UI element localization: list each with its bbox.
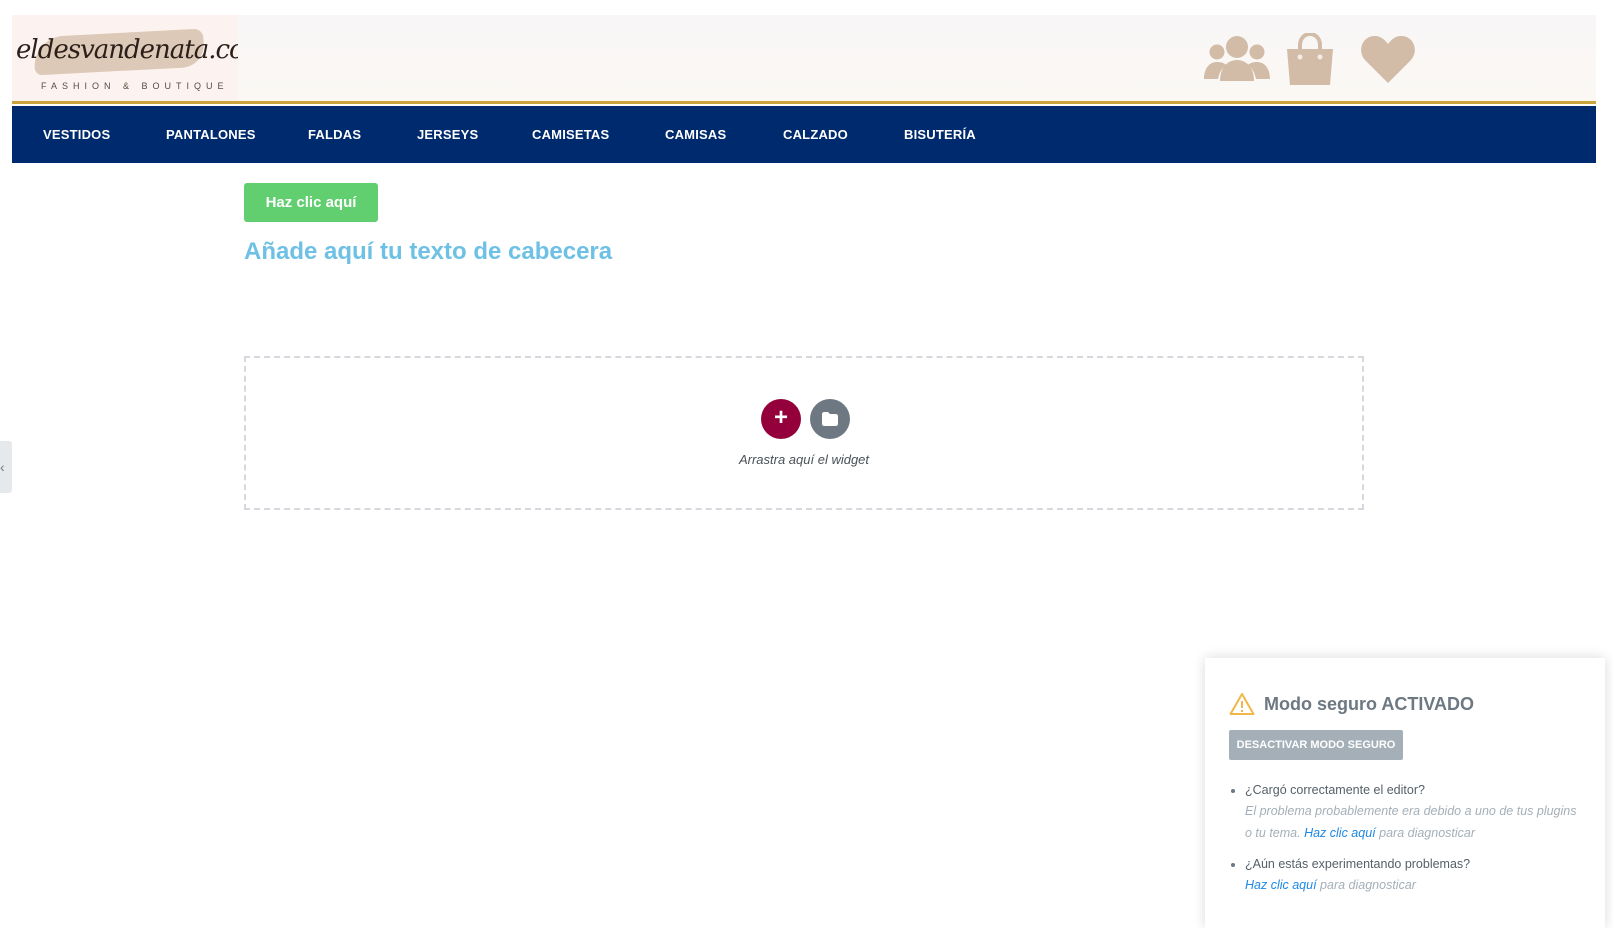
panel-toggle-button[interactable]: ‹ [0,441,12,493]
tip-hint-text: para diagnosticar [1379,826,1476,840]
warning-icon [1229,693,1255,715]
tip-question: ¿Cargó correctamente el editor? [1245,783,1425,797]
cta-button[interactable]: Haz clic aquí [244,183,378,222]
tip-hint: Haz clic aquí para diagnosticar [1245,874,1585,896]
folder-icon [822,412,838,426]
logo-subtitle: FASHION & BOUTIQUE [41,81,229,91]
users-icon[interactable] [1204,33,1270,85]
nav-item-vestidos[interactable]: VESTIDOS [43,106,110,163]
add-template-button[interactable] [810,399,850,439]
list-item: ¿Aún estás experimentando problemas? Haz… [1245,854,1585,896]
nav-item-camisetas[interactable]: CAMISETAS [532,106,609,163]
safe-mode-notice: Modo seguro ACTIVADO DESACTIVAR MODO SEG… [1205,658,1605,928]
tip-hint-text: para diagnosticar [1320,878,1416,892]
widget-drop-zone[interactable]: + Arrastra aquí el widget [244,356,1364,510]
deactivate-safe-mode-button[interactable]: DESACTIVAR MODO SEGURO [1229,730,1403,760]
safe-mode-title: Modo seguro ACTIVADO [1264,694,1474,714]
tip-hint: El problema probablemente era debido a u… [1245,800,1585,844]
tip-question: ¿Aún estás experimentando problemas? [1245,857,1471,871]
nav-item-camisas[interactable]: CAMISAS [665,106,726,163]
main-nav: VESTIDOS PANTALONES FALDAS JERSEYS CAMIS… [12,106,1596,163]
nav-item-calzado[interactable]: CALZADO [783,106,848,163]
shopping-bag-icon[interactable] [1283,31,1337,85]
nav-item-bisuteria[interactable]: BISUTERÍA [904,106,976,163]
nav-item-faldas[interactable]: FALDAS [308,106,361,163]
site-header: eldesvandenata.com FASHION & BOUTIQUE [12,15,1596,104]
drop-zone-label: Arrastra aquí el widget [738,452,870,467]
logo-text: eldesvandenata.com [16,35,238,65]
page-heading[interactable]: Añade aquí tu texto de cabecera [244,238,612,266]
diagnose-link[interactable]: Haz clic aquí [1245,878,1317,892]
nav-item-pantalones[interactable]: PANTALONES [166,106,256,163]
list-item: ¿Cargó correctamente el editor? El probl… [1245,780,1585,844]
diagnose-link[interactable]: Haz clic aquí [1304,826,1376,840]
nav-item-jerseys[interactable]: JERSEYS [417,106,478,163]
safe-mode-tips: ¿Cargó correctamente el editor? El probl… [1245,780,1585,906]
site-logo[interactable]: eldesvandenata.com FASHION & BOUTIQUE [12,15,238,101]
heart-icon[interactable] [1360,33,1416,85]
add-section-button[interactable]: + [761,399,801,439]
